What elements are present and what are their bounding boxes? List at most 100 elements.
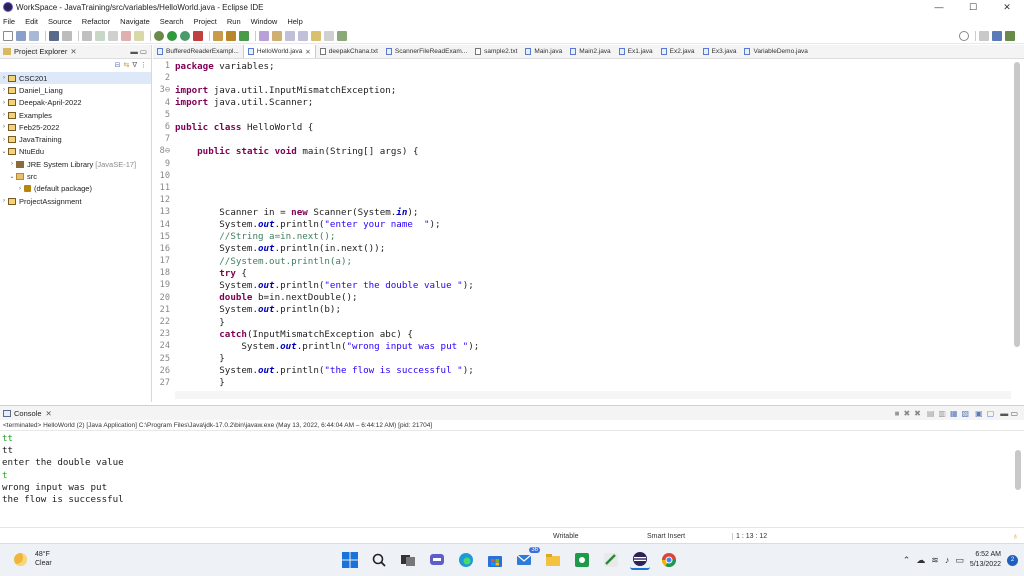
- menu-project[interactable]: Project: [194, 17, 217, 26]
- chevron-down-icon[interactable]: ⌄: [0, 148, 8, 155]
- code-line[interactable]: 4 import java.util.Scanner;: [153, 97, 1011, 109]
- wifi-icon[interactable]: ≋: [931, 555, 939, 566]
- code-line[interactable]: 20 double b=in.nextDouble();: [153, 292, 1011, 304]
- open-type-icon[interactable]: [259, 30, 269, 41]
- close-icon[interactable]: ✕: [46, 409, 52, 418]
- filter-icon[interactable]: ∇: [132, 61, 137, 69]
- editor-tab-helloworld[interactable]: HelloWorld.java ✕: [242, 45, 316, 58]
- menu-refactor[interactable]: Refactor: [82, 17, 110, 26]
- mail-icon[interactable]: 36: [514, 547, 540, 570]
- system-clock[interactable]: 6:52 AM 5/13/2022: [970, 550, 1001, 570]
- menu-search[interactable]: Search: [160, 17, 184, 26]
- debug-icon[interactable]: [154, 30, 164, 41]
- step-into-icon[interactable]: [134, 30, 144, 41]
- pin-console-icon[interactable]: ▧: [962, 409, 970, 418]
- save-all-icon[interactable]: [29, 30, 39, 41]
- chevron-right-icon[interactable]: ›: [0, 87, 8, 93]
- code-line[interactable]: 7: [153, 133, 1011, 145]
- open-console-icon[interactable]: ▢: [987, 409, 995, 418]
- code-line[interactable]: 6 public class HelloWorld {: [153, 121, 1011, 133]
- chevron-right-icon[interactable]: ›: [0, 75, 8, 81]
- link-editor-icon[interactable]: ⇆: [123, 61, 129, 69]
- chrome-icon[interactable]: [659, 550, 679, 570]
- battery-icon[interactable]: ▭: [955, 555, 964, 566]
- volume-icon[interactable]: ♪: [945, 555, 950, 565]
- tree-item-examples[interactable]: › Examples: [0, 109, 151, 121]
- windows-start-icon[interactable]: [340, 550, 360, 570]
- run-icon[interactable]: [167, 30, 177, 41]
- tree-item-deepak-april-2022[interactable]: › Deepak-April-2022: [0, 97, 151, 109]
- word-wrap-icon[interactable]: ▦: [950, 409, 958, 418]
- tree-item-ntuedu[interactable]: ⌄ NtuEdu: [0, 146, 151, 158]
- task-view-icon[interactable]: [398, 550, 418, 570]
- forward-icon[interactable]: [324, 30, 334, 41]
- chevron-down-icon[interactable]: ⌄: [8, 173, 16, 180]
- editor-tab-sample2[interactable]: sample2.txt: [471, 45, 521, 58]
- code-line[interactable]: 12: [153, 194, 1011, 206]
- file-explorer-icon[interactable]: [543, 550, 563, 570]
- onedrive-cloud-icon[interactable]: ☁: [916, 555, 925, 566]
- menu-edit[interactable]: Edit: [25, 17, 38, 26]
- search-icon[interactable]: [272, 30, 282, 41]
- terminal-icon[interactable]: [49, 30, 59, 41]
- terminate-icon[interactable]: ■: [895, 409, 900, 418]
- resume-icon[interactable]: [95, 30, 105, 41]
- new-package-icon[interactable]: [226, 30, 236, 41]
- chevron-right-icon[interactable]: ›: [0, 124, 8, 130]
- minimize-button[interactable]: —: [922, 0, 956, 14]
- code-line[interactable]: 3⊖ import java.util.InputMismatchExceptio…: [153, 84, 1011, 96]
- new-file-icon[interactable]: [3, 30, 13, 41]
- display-console-icon[interactable]: ▣: [975, 409, 983, 418]
- code-line[interactable]: 14 System.out.println("enter your name "…: [153, 218, 1011, 230]
- editor-horizontal-scrollbar[interactable]: [175, 391, 1011, 399]
- editor-tab-main2[interactable]: Main2.java: [566, 45, 614, 58]
- menu-run[interactable]: Run: [227, 17, 241, 26]
- chevron-right-icon[interactable]: ›: [0, 137, 8, 143]
- tree-item-jre-system-library[interactable]: › JRE System Library [JavaSE-17]: [0, 158, 151, 170]
- app-editor-icon[interactable]: [601, 550, 621, 570]
- edge-browser-icon[interactable]: [456, 550, 476, 570]
- editor-tab-variabledemo[interactable]: VariableDemo.java: [740, 45, 811, 58]
- teams-chat-icon[interactable]: [427, 550, 447, 570]
- code-line[interactable]: 5: [153, 109, 1011, 121]
- code-line[interactable]: 26 System.out.println("the flow is succe…: [153, 365, 1011, 377]
- suspend-icon[interactable]: [108, 30, 118, 41]
- code-line[interactable]: 10: [153, 170, 1011, 182]
- search-perspective-icon[interactable]: [959, 31, 969, 41]
- editor-tab-ex1[interactable]: Ex1.java: [615, 45, 657, 58]
- editor-tab-ex3[interactable]: Ex3.java: [699, 45, 741, 58]
- editor-tab-ex2[interactable]: Ex2.java: [657, 45, 699, 58]
- code-line[interactable]: 11: [153, 182, 1011, 194]
- menu-window[interactable]: Window: [251, 17, 278, 26]
- chevron-right-icon[interactable]: ›: [0, 112, 8, 118]
- minimize-view-icon[interactable]: ▬ ▭: [1000, 409, 1018, 418]
- open-perspective-icon[interactable]: [979, 31, 989, 41]
- external-tools-icon[interactable]: [193, 30, 203, 41]
- new-class-icon[interactable]: [239, 30, 249, 41]
- chevron-right-icon[interactable]: ›: [0, 100, 8, 106]
- menu-navigate[interactable]: Navigate: [120, 17, 150, 26]
- microsoft-store-icon[interactable]: [485, 550, 505, 570]
- editor-scroll-thumb[interactable]: [1014, 62, 1020, 347]
- code-line[interactable]: 25 }: [153, 353, 1011, 365]
- menu-file[interactable]: File: [3, 17, 15, 26]
- java-perspective-icon[interactable]: [992, 31, 1002, 41]
- print-icon[interactable]: [62, 30, 72, 41]
- maximize-button[interactable]: ☐: [956, 0, 990, 14]
- chevron-right-icon[interactable]: ›: [8, 161, 16, 167]
- tree-item-src[interactable]: ⌄ src: [0, 170, 151, 182]
- code-line[interactable]: 2: [153, 72, 1011, 84]
- save-icon[interactable]: [16, 30, 26, 41]
- code-line[interactable]: 8⊖ public static void main(String[] args…: [153, 145, 1011, 157]
- code-text-area[interactable]: 1 package variables; 2 3⊖ import java.util.I…: [153, 60, 1011, 390]
- close-icon[interactable]: ✕: [70, 47, 76, 56]
- scroll-lock-icon[interactable]: ▥: [938, 409, 946, 418]
- chevron-right-icon[interactable]: ›: [0, 198, 8, 204]
- code-line[interactable]: 27 }: [153, 377, 1011, 389]
- code-line[interactable]: 15 //String a=in.next();: [153, 231, 1011, 243]
- debug-perspective-icon[interactable]: [1005, 31, 1015, 41]
- code-line[interactable]: 16 System.out.println(in.next());: [153, 243, 1011, 255]
- remove-launch-icon[interactable]: ✖: [903, 409, 910, 418]
- app-green-icon[interactable]: [572, 550, 592, 570]
- console-scroll-thumb[interactable]: [1015, 450, 1021, 490]
